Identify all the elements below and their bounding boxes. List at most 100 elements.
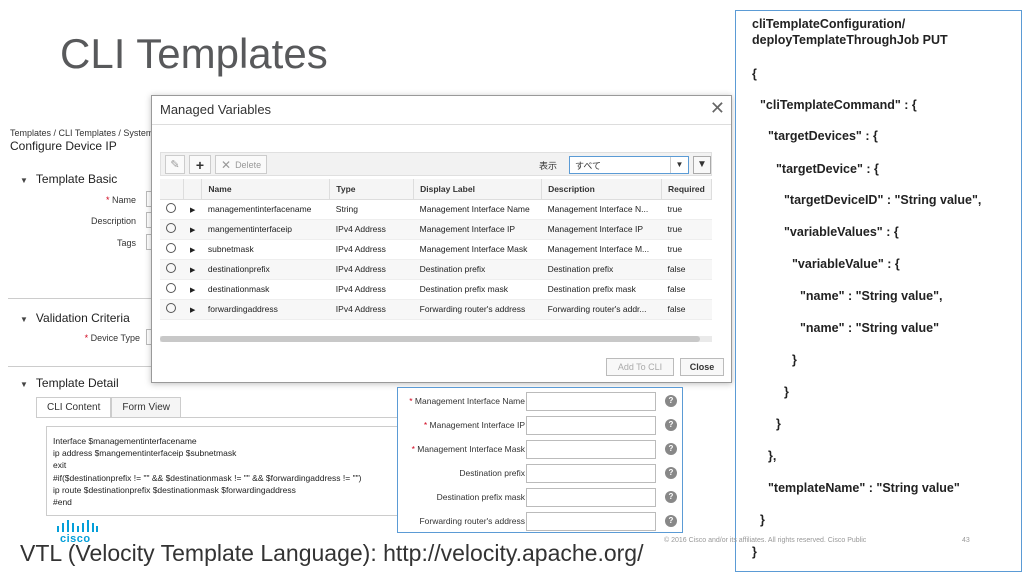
help-icon[interactable]: ? bbox=[665, 467, 677, 479]
expand-triangle-icon[interactable]: ▶ bbox=[190, 207, 195, 214]
cli-content-editor[interactable]: Interface $managementinterfacename ip ad… bbox=[46, 426, 400, 516]
help-icon[interactable]: ? bbox=[665, 443, 677, 455]
json-line: } bbox=[760, 513, 765, 527]
collapse-triangle-icon: ▼ bbox=[20, 176, 28, 185]
cell-type: String bbox=[329, 199, 414, 220]
delete-button[interactable]: ✕ Delete bbox=[215, 155, 268, 174]
json-line: "targetDeviceID" : "String value", bbox=[784, 193, 982, 207]
column-header-display-label[interactable]: Display Label bbox=[413, 179, 543, 200]
json-line: } bbox=[792, 353, 797, 367]
scrollbar-thumb[interactable] bbox=[160, 336, 700, 342]
cell-display-label: Forwarding router's address bbox=[413, 299, 542, 320]
cell-type: IPv4 Address bbox=[329, 279, 414, 300]
cell-display-label: Destination prefix mask bbox=[413, 279, 542, 300]
json-payload-panel: cliTemplateConfiguration/ deployTemplate… bbox=[735, 10, 1022, 572]
help-icon[interactable]: ? bbox=[665, 419, 677, 431]
template-detail-tabs: CLI Content Form View bbox=[36, 397, 181, 418]
expand-triangle-icon[interactable]: ▶ bbox=[190, 267, 195, 274]
section-template-basic[interactable]: ▼ Template Basic bbox=[20, 172, 117, 186]
row-radio[interactable] bbox=[166, 203, 176, 213]
expand-triangle-icon[interactable]: ▶ bbox=[190, 307, 195, 314]
table-row[interactable]: ▶ destinationprefix IPv4 Address Destina… bbox=[160, 259, 712, 280]
section-template-detail[interactable]: ▼ Template Detail bbox=[20, 376, 119, 390]
json-line: "targetDevices" : { bbox=[768, 129, 878, 143]
management-interface-name-input[interactable] bbox=[526, 392, 656, 411]
cell-required: true bbox=[661, 199, 712, 220]
column-header-name[interactable]: Name bbox=[201, 179, 331, 200]
destination-prefix-mask-input[interactable] bbox=[526, 488, 656, 507]
cell-type: IPv4 Address bbox=[329, 219, 414, 240]
row-radio[interactable] bbox=[166, 303, 176, 313]
json-line: cliTemplateConfiguration/ bbox=[752, 17, 906, 31]
close-button[interactable]: Close bbox=[680, 358, 724, 376]
row-radio[interactable] bbox=[166, 263, 176, 273]
edit-icon[interactable]: ✎ bbox=[165, 155, 185, 174]
json-line: deployTemplateThroughJob PUT bbox=[752, 33, 948, 47]
cell-required: false bbox=[661, 299, 712, 320]
add-to-cli-button[interactable]: Add To CLI bbox=[606, 358, 674, 376]
cell-display-label: Management Interface Name bbox=[413, 199, 542, 220]
page-heading: Configure Device IP bbox=[10, 139, 117, 153]
filter-icon[interactable]: ▼ bbox=[693, 156, 711, 174]
json-line: } bbox=[784, 385, 789, 399]
json-line: "targetDevice" : { bbox=[776, 162, 879, 176]
json-line: "name" : "String value" bbox=[800, 321, 940, 335]
row-radio[interactable] bbox=[166, 283, 176, 293]
form-row: Destination prefix ? bbox=[398, 462, 684, 484]
json-line: "variableValue" : { bbox=[792, 257, 900, 271]
row-radio[interactable] bbox=[166, 243, 176, 253]
cell-type: IPv4 Address bbox=[329, 259, 414, 280]
horizontal-scrollbar[interactable] bbox=[160, 336, 712, 342]
section-label: Template Basic bbox=[35, 172, 118, 186]
cell-name: forwardingaddress bbox=[201, 299, 330, 320]
close-icon[interactable]: ✕ bbox=[710, 98, 725, 119]
table-row[interactable]: ▶ mangementinterfaceip IPv4 Address Mana… bbox=[160, 219, 712, 240]
help-icon[interactable]: ? bbox=[665, 395, 677, 407]
table-row[interactable]: ▶ destinationmask IPv4 Address Destinati… bbox=[160, 279, 712, 300]
json-line: { bbox=[752, 67, 757, 81]
cell-required: false bbox=[661, 279, 712, 300]
field-label: Management Interface IP bbox=[429, 420, 525, 430]
cell-display-label: Destination prefix bbox=[413, 259, 542, 280]
help-icon[interactable]: ? bbox=[665, 515, 677, 527]
table-row[interactable]: ▶ subnetmask IPv4 Address Management Int… bbox=[160, 239, 712, 260]
form-row: * Management Interface IP ? bbox=[398, 414, 684, 436]
json-line: "templateName" : "String value" bbox=[768, 481, 960, 495]
cell-display-label: Management Interface Mask bbox=[413, 239, 542, 260]
form-row: Forwarding router's address ? bbox=[398, 510, 684, 532]
cell-name: managementinterfacename bbox=[201, 199, 330, 220]
json-line: "cliTemplateCommand" : { bbox=[760, 98, 917, 112]
tab-cli-content[interactable]: CLI Content bbox=[36, 397, 112, 418]
column-header-type[interactable]: Type bbox=[329, 179, 415, 200]
management-interface-mask-input[interactable] bbox=[526, 440, 656, 459]
tab-form-view[interactable]: Form View bbox=[111, 397, 181, 418]
json-line: "name" : "String value", bbox=[800, 289, 943, 303]
cell-required: true bbox=[661, 219, 712, 240]
cell-required: true bbox=[661, 239, 712, 260]
page-number: 43 bbox=[962, 537, 970, 544]
section-validation-criteria[interactable]: ▼ Validation Criteria bbox=[20, 311, 130, 325]
expand-triangle-icon[interactable]: ▶ bbox=[190, 287, 195, 294]
row-radio[interactable] bbox=[166, 223, 176, 233]
add-icon[interactable]: + bbox=[189, 155, 211, 174]
form-view-panel: * Management Interface Name ? * Manageme… bbox=[397, 387, 683, 533]
expand-triangle-icon[interactable]: ▶ bbox=[190, 227, 195, 234]
delete-x-icon: ✕ bbox=[221, 157, 232, 172]
footer-caption: VTL (Velocity Template Language): http:/… bbox=[20, 540, 644, 566]
show-filter-select[interactable]: すべて ▼ bbox=[569, 156, 689, 174]
expand-triangle-icon[interactable]: ▶ bbox=[190, 247, 195, 254]
management-interface-ip-input[interactable] bbox=[526, 416, 656, 435]
help-icon[interactable]: ? bbox=[665, 491, 677, 503]
dialog-title: Managed Variables bbox=[160, 102, 272, 117]
destination-prefix-input[interactable] bbox=[526, 464, 656, 483]
column-header-required[interactable]: Required bbox=[661, 179, 713, 200]
table-row[interactable]: ▶ forwardingaddress IPv4 Address Forward… bbox=[160, 299, 712, 320]
device-type-label: * Device Type bbox=[84, 333, 140, 343]
collapse-triangle-icon: ▼ bbox=[20, 315, 28, 324]
breadcrumb[interactable]: Templates / CLI Templates / System bbox=[10, 128, 153, 138]
column-header-description[interactable]: Description bbox=[541, 179, 662, 200]
table-row[interactable]: ▶ managementinterfacename String Managem… bbox=[160, 199, 712, 220]
expand-column-header bbox=[183, 179, 203, 200]
forwarding-router-address-input[interactable] bbox=[526, 512, 656, 531]
description-label: Description bbox=[90, 216, 136, 226]
